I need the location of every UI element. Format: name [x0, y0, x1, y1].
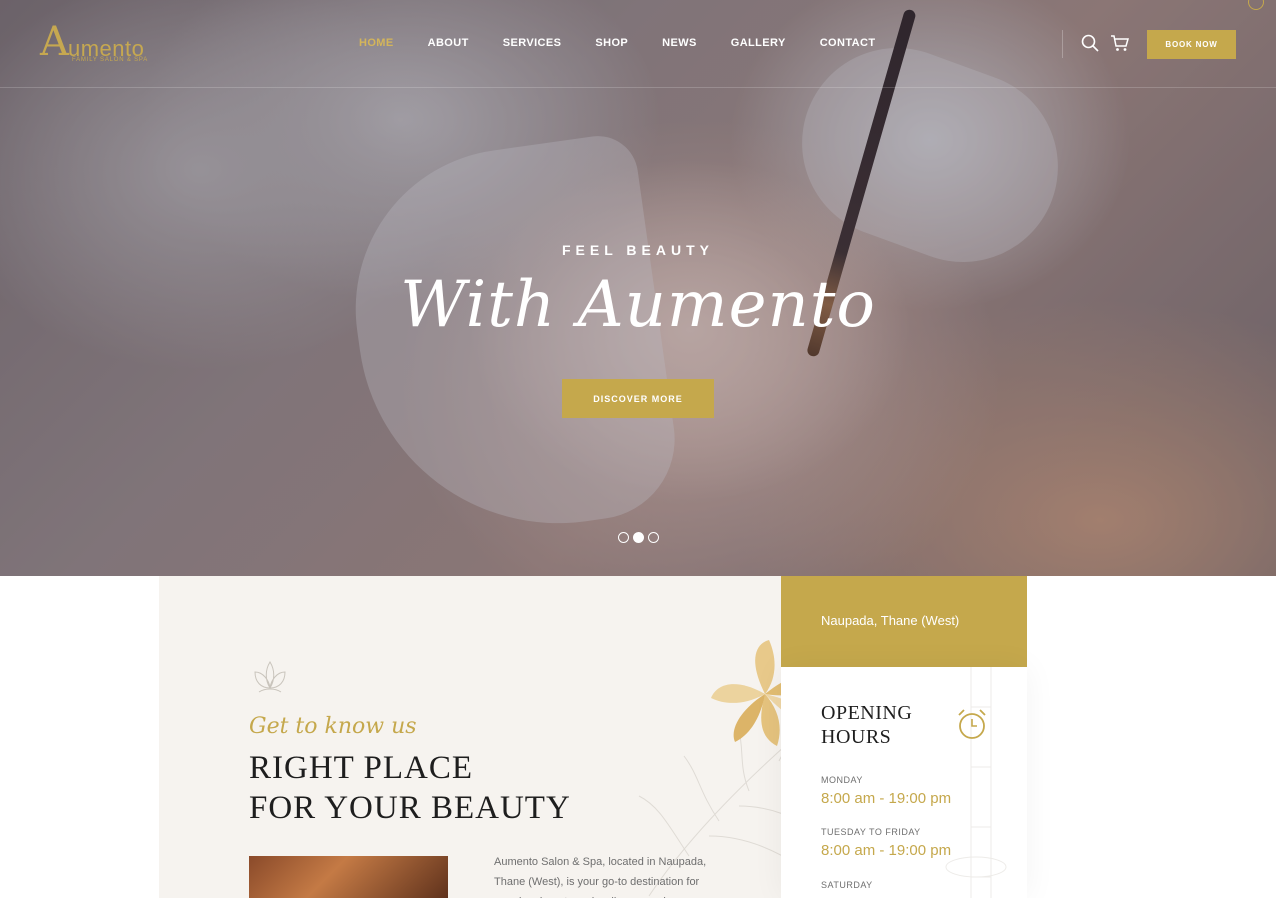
alarm-clock-icon: [958, 709, 986, 739]
nav-item-about[interactable]: ABOUT: [428, 37, 469, 49]
site-header: A umento FAMILY SALON & SPA HOME ABOUT S…: [0, 0, 1276, 88]
section-script-heading: Get to know us: [249, 714, 417, 739]
location-bar: Naupada, Thane (West): [781, 576, 1027, 667]
nav-item-services[interactable]: SERVICES: [503, 37, 562, 49]
logo-tagline: FAMILY SALON & SPA: [72, 57, 149, 63]
hours-day-saturday: SATURDAY: [821, 880, 873, 890]
nav-item-shop[interactable]: SHOP: [595, 37, 628, 49]
nav-item-gallery[interactable]: GALLERY: [731, 37, 786, 49]
about-section: Get to know us RIGHT PLACE FOR YOUR BEAU…: [159, 576, 781, 898]
search-icon[interactable]: [1081, 34, 1099, 52]
about-title-line-1: RIGHT PLACE: [249, 750, 473, 786]
hours-time-tue-fri: 8:00 am - 19:00 pm: [821, 842, 952, 859]
nav-item-contact[interactable]: CONTACT: [820, 37, 876, 49]
cart-icon[interactable]: [1110, 34, 1130, 52]
hours-time-monday: 8:00 am - 19:00 pm: [821, 790, 952, 807]
logo[interactable]: A umento FAMILY SALON & SPA: [40, 22, 150, 66]
about-image: [249, 856, 448, 898]
hours-day-monday: MONDAY: [821, 775, 863, 785]
slider-dot-1[interactable]: [618, 532, 629, 543]
corner-circle-icon[interactable]: [1248, 0, 1264, 10]
about-title-line-2: FOR YOUR BEAUTY: [249, 790, 571, 826]
hours-title-line-1: OPENING: [821, 702, 913, 724]
logo-mark: A: [40, 19, 69, 65]
hours-day-tue-fri: TUESDAY TO FRIDAY: [821, 827, 921, 837]
about-description: Aumento Salon & Spa, located in Naupada,…: [494, 856, 707, 898]
main-nav: HOME ABOUT SERVICES SHOP NEWS GALLERY CO…: [359, 37, 909, 49]
header-divider: [1062, 30, 1063, 58]
lotus-icon: [254, 661, 286, 693]
nav-item-news[interactable]: NEWS: [662, 37, 697, 49]
opening-hours-card: OPENING HOURS MONDAY 8:00 am - 19:00 pm …: [781, 667, 1027, 898]
discover-more-button[interactable]: DISCOVER MORE: [562, 379, 714, 418]
hours-title-line-2: HOURS: [821, 726, 892, 748]
hero-title: With Aumento: [400, 268, 876, 342]
book-now-button[interactable]: BOOK NOW: [1147, 30, 1236, 59]
slider-dot-2[interactable]: [633, 532, 644, 543]
about-title: RIGHT PLACE FOR YOUR BEAUTY: [249, 748, 571, 828]
hero-kicker: FEEL BEAUTY: [562, 242, 714, 258]
lily-flower-icon: [711, 640, 781, 746]
hours-title: OPENING HOURS: [821, 701, 912, 749]
slider-dots: [618, 532, 659, 543]
slider-dot-3[interactable]: [648, 532, 659, 543]
nav-item-home[interactable]: HOME: [359, 37, 394, 49]
location-label: Naupada, Thane (West): [821, 613, 960, 628]
bamboo-illustration-icon: [945, 667, 1007, 898]
